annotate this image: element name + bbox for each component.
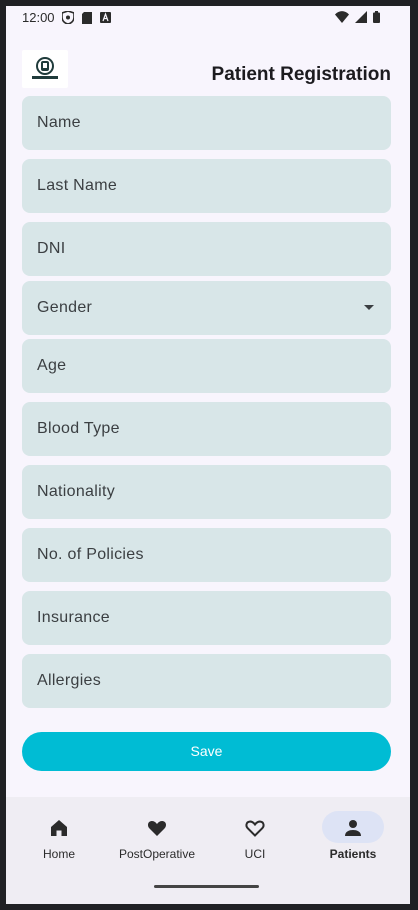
last-name-field-label: Last Name bbox=[37, 177, 118, 194]
nav-label-uci: UCI bbox=[244, 847, 266, 861]
nav-item-uci[interactable]: UCI bbox=[205, 797, 305, 877]
allergies-field[interactable]: Allergies bbox=[22, 654, 391, 708]
dni-field[interactable]: DNI bbox=[22, 222, 391, 276]
insurance-field-label: Insurance bbox=[37, 609, 110, 626]
age-field-label: Age bbox=[37, 357, 67, 374]
shield-icon bbox=[62, 11, 74, 24]
page-title: Patient Registration bbox=[211, 64, 391, 85]
nationality-field[interactable]: Nationality bbox=[22, 465, 391, 519]
nationality-field-label: Nationality bbox=[37, 483, 116, 500]
insurance-field[interactable]: Insurance bbox=[22, 591, 391, 645]
app-screen: 12:00 Patient Registration Name Last Nam… bbox=[6, 6, 410, 904]
name-field[interactable]: Name bbox=[22, 96, 391, 150]
name-field-label: Name bbox=[37, 114, 81, 131]
hospital-logo-icon bbox=[22, 50, 68, 88]
nav-item-home[interactable]: Home bbox=[9, 797, 109, 877]
top-app-bar: Patient Registration bbox=[6, 50, 410, 90]
status-time: 12:00 bbox=[22, 10, 55, 25]
gender-dropdown[interactable]: Gender bbox=[22, 281, 391, 335]
notification-a-icon bbox=[100, 12, 111, 23]
heart-filled-icon bbox=[147, 820, 167, 836]
policies-field[interactable]: No. of Policies bbox=[22, 528, 391, 582]
nav-label-postoperative: PostOperative bbox=[118, 847, 196, 861]
wifi-icon bbox=[335, 11, 349, 23]
sd-card-icon bbox=[82, 11, 92, 24]
nav-item-postoperative[interactable]: PostOperative bbox=[107, 797, 207, 877]
blood-type-field-label: Blood Type bbox=[37, 420, 120, 437]
gesture-home-indicator[interactable] bbox=[154, 885, 259, 888]
dropdown-arrow-icon[interactable] bbox=[364, 305, 374, 310]
status-bar: 12:00 bbox=[6, 6, 410, 30]
nav-item-patients[interactable]: Patients bbox=[303, 797, 403, 877]
blood-type-field[interactable]: Blood Type bbox=[22, 402, 391, 456]
person-icon bbox=[345, 820, 361, 836]
policies-field-label: No. of Policies bbox=[37, 546, 144, 563]
status-icons-right bbox=[335, 11, 380, 23]
age-field[interactable]: Age bbox=[22, 339, 391, 393]
home-icon bbox=[51, 820, 67, 836]
gender-dropdown-label: Gender bbox=[37, 299, 93, 316]
heart-outline-icon bbox=[245, 820, 265, 837]
battery-icon bbox=[373, 11, 380, 23]
nav-label-patients: Patients bbox=[329, 847, 377, 861]
cellular-signal-icon bbox=[355, 11, 367, 23]
dni-field-label: DNI bbox=[37, 240, 66, 257]
last-name-field[interactable]: Last Name bbox=[22, 159, 391, 213]
nav-label-home: Home bbox=[42, 847, 75, 861]
allergies-field-label: Allergies bbox=[37, 672, 102, 689]
status-icons-left bbox=[62, 11, 111, 24]
save-button[interactable]: Save bbox=[22, 732, 391, 771]
